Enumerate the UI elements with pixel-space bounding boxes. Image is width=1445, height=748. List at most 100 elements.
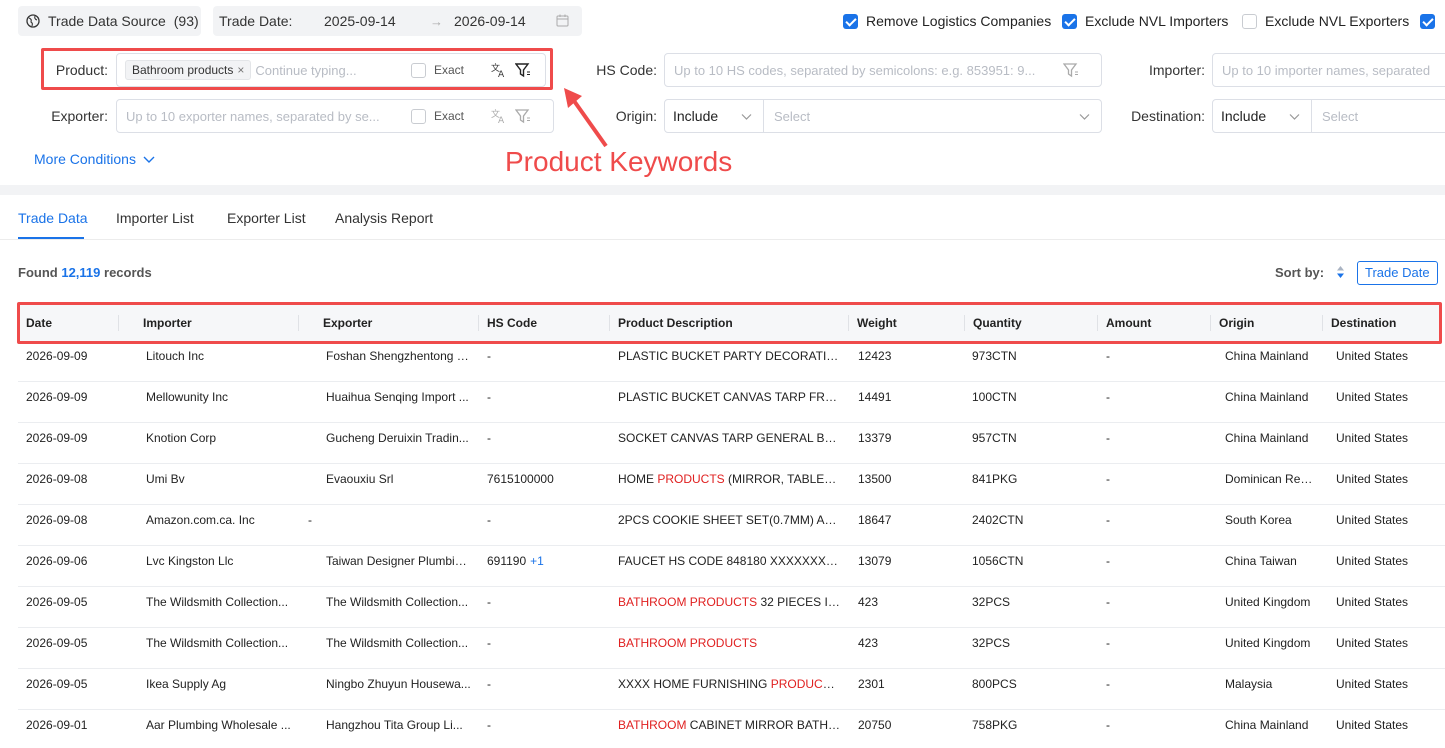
cell-importer[interactable]: Umi Bv <box>146 472 291 486</box>
cell-hs-code: - <box>487 718 602 732</box>
table-row[interactable]: 2026-09-08 Umi Bv Evaouxiu Srl 7615100000 HO… <box>18 464 1445 505</box>
table-row[interactable]: 2026-09-05 The Wildsmith Collection... The… <box>18 628 1445 669</box>
importer-label: Importer: <box>1148 62 1205 78</box>
cell-date: 2026-09-06 <box>26 554 88 568</box>
cell-date: 2026-09-09 <box>26 349 88 363</box>
cell-importer[interactable]: Mellowunity Inc <box>146 390 291 404</box>
exclude-nvl-importers-checkbox[interactable]: Exclude NVL Importers <box>1062 11 1228 31</box>
cell-hs-code: 691190 +1 <box>487 554 602 568</box>
column-separator <box>1322 315 1323 331</box>
product-exact-checkbox[interactable]: Exact <box>411 62 464 78</box>
cell-weight: 12423 <box>858 349 892 363</box>
cell-importer[interactable]: The Wildsmith Collection... <box>146 636 291 650</box>
tab-analysis-report[interactable]: Analysis Report <box>335 210 433 226</box>
tab-trade-data[interactable]: Trade Data <box>18 210 88 226</box>
trade-data-source-selector[interactable]: Trade Data Source (93) <box>18 6 201 36</box>
cell-exporter[interactable]: Gucheng Deruixin Tradin... <box>326 431 471 445</box>
table-row[interactable]: 2026-09-05 Ikea Supply Ag Ningbo Zhuyun Ho… <box>18 669 1445 710</box>
hs-code-more-link[interactable]: +1 <box>530 554 544 568</box>
cell-importer[interactable]: Ikea Supply Ag <box>146 677 291 691</box>
checkbox-unchecked-icon <box>411 62 426 78</box>
cell-product-description: BATHROOM CABINET MIRROR BATHTU... <box>618 718 842 732</box>
column-header-exporter: Exporter <box>323 316 373 330</box>
product-input[interactable]: Bathroom products × Continue typing... E… <box>116 53 546 87</box>
origin-mode-select[interactable]: Include <box>673 108 718 124</box>
table-row[interactable]: 2026-09-05 The Wildsmith Collection... The… <box>18 587 1445 628</box>
trade-date-label: Trade Date: <box>219 13 293 29</box>
cell-exporter[interactable]: The Wildsmith Collection... <box>326 595 471 609</box>
cell-destination: United States <box>1336 595 1409 609</box>
translate-icon[interactable]: 文A <box>491 108 507 127</box>
remove-logistics-checkbox[interactable]: Remove Logistics Companies <box>843 11 1051 31</box>
cell-hs-code: - <box>487 677 602 691</box>
cell-exporter[interactable]: Evaouxiu Srl <box>326 472 471 486</box>
table-row[interactable]: 2026-09-09 Litouch Inc Foshan Shengzhenton… <box>18 341 1445 382</box>
date-from-input[interactable]: 2025-09-14 <box>324 13 396 29</box>
hs-code-input[interactable]: Up to 10 HS codes, separated by semicolo… <box>664 53 1102 87</box>
product-tag-label: Bathroom products <box>132 63 234 77</box>
importer-input[interactable]: Up to 10 importer names, separated <box>1212 53 1445 87</box>
column-header-quantity: Quantity <box>973 316 1022 330</box>
hs-code-placeholder: Up to 10 HS codes, separated by semicolo… <box>674 62 1036 78</box>
column-separator <box>609 315 610 331</box>
column-header-origin: Origin <box>1219 316 1255 330</box>
cell-exporter[interactable]: The Wildsmith Collection... <box>326 636 471 650</box>
cell-origin: Dominican Rep... <box>1225 472 1317 486</box>
cell-destination: United States <box>1336 718 1409 732</box>
table-row[interactable]: 2026-09-08 Amazon.com.ca. Inc - - 2PCS COOKI… <box>18 505 1445 546</box>
cell-exporter[interactable]: Foshan Shengzhentong S... <box>326 349 471 363</box>
cell-amount: - <box>1106 513 1110 527</box>
cell-date: 2026-09-09 <box>26 390 88 404</box>
cell-date: 2026-09-09 <box>26 431 88 445</box>
date-to-input[interactable]: 2026-09-14 <box>454 13 526 29</box>
cell-importer[interactable]: Lvc Kingston Llc <box>146 554 291 568</box>
exporter-input[interactable]: Up to 10 exporter names, separated by se… <box>116 99 554 133</box>
cell-exporter[interactable]: - <box>308 513 453 527</box>
cell-origin: China Mainland <box>1225 718 1309 732</box>
tag-close-icon[interactable]: × <box>237 63 244 77</box>
hs-code-value: 7615100000 <box>487 472 554 486</box>
exclude-nvl-exporters-checkbox[interactable]: Exclude NVL Exporters <box>1242 11 1409 31</box>
exporter-exact-checkbox[interactable]: Exact <box>411 108 464 124</box>
more-conditions-button[interactable]: More Conditions <box>34 151 155 167</box>
cell-hs-code: - <box>487 390 602 404</box>
destination-select[interactable]: Include Select <box>1212 99 1445 133</box>
cell-date: 2026-09-08 <box>26 513 88 527</box>
cell-importer[interactable]: The Wildsmith Collection... <box>146 595 291 609</box>
table-row[interactable]: 2026-09-01 Aar Plumbing Wholesale ... Hang… <box>18 710 1445 748</box>
cell-product-description: PLASTIC BUCKET PARTY DECORATIONS ... <box>618 349 842 363</box>
cell-product-description: XXXX HOME FURNISHING PRODUCTS 8... <box>618 677 842 691</box>
trade-date-range[interactable]: Trade Date: 2025-09-14 → 2026-09-14 <box>213 6 582 36</box>
filter-icon[interactable] <box>1062 62 1079 81</box>
cell-importer[interactable]: Aar Plumbing Wholesale ... <box>146 718 291 732</box>
sort-by-trade-date-button[interactable]: Trade Date <box>1357 261 1438 285</box>
tab-importer-list[interactable]: Importer List <box>116 210 194 226</box>
checkbox-checked-icon <box>1420 13 1435 29</box>
extra-checkbox[interactable] <box>1420 11 1435 31</box>
cell-weight: 423 <box>858 636 879 650</box>
cell-exporter[interactable]: Ningbo Zhuyun Housewa... <box>326 677 471 691</box>
cell-importer[interactable]: Amazon.com.ca. Inc <box>146 513 291 527</box>
cell-importer[interactable]: Knotion Corp <box>146 431 291 445</box>
svg-text:A: A <box>498 116 505 124</box>
checkbox-checked-icon <box>1062 13 1077 29</box>
table-row[interactable]: 2026-09-09 Mellowunity Inc Huaihua Senqing… <box>18 382 1445 423</box>
filter-icon[interactable] <box>514 108 531 127</box>
calendar-icon[interactable] <box>556 14 569 30</box>
cell-importer[interactable]: Litouch Inc <box>146 349 291 363</box>
cell-weight: 13379 <box>858 431 892 445</box>
cell-exporter[interactable]: Taiwan Designer Plumbin... <box>326 554 471 568</box>
cell-exporter[interactable]: Hangzhou Tita Group Li... <box>326 718 471 732</box>
cell-exporter[interactable]: Huaihua Senqing Import ... <box>326 390 471 404</box>
cell-quantity: 100CTN <box>972 390 1017 404</box>
sort-toggle-icon[interactable] <box>1336 265 1345 282</box>
table-row[interactable]: 2026-09-06 Lvc Kingston Llc Taiwan Designe… <box>18 546 1445 587</box>
tab-exporter-list[interactable]: Exporter List <box>227 210 306 226</box>
origin-select[interactable]: Include Select <box>664 99 1102 133</box>
exclude-nvl-importers-label: Exclude NVL Importers <box>1085 13 1229 29</box>
table-row[interactable]: 2026-09-09 Knotion Corp Gucheng Deruixin T… <box>18 423 1445 464</box>
destination-mode-select[interactable]: Include <box>1221 108 1266 124</box>
translate-icon[interactable]: 文A <box>491 62 507 81</box>
filter-icon[interactable] <box>514 62 531 81</box>
product-tag[interactable]: Bathroom products × <box>125 60 252 80</box>
